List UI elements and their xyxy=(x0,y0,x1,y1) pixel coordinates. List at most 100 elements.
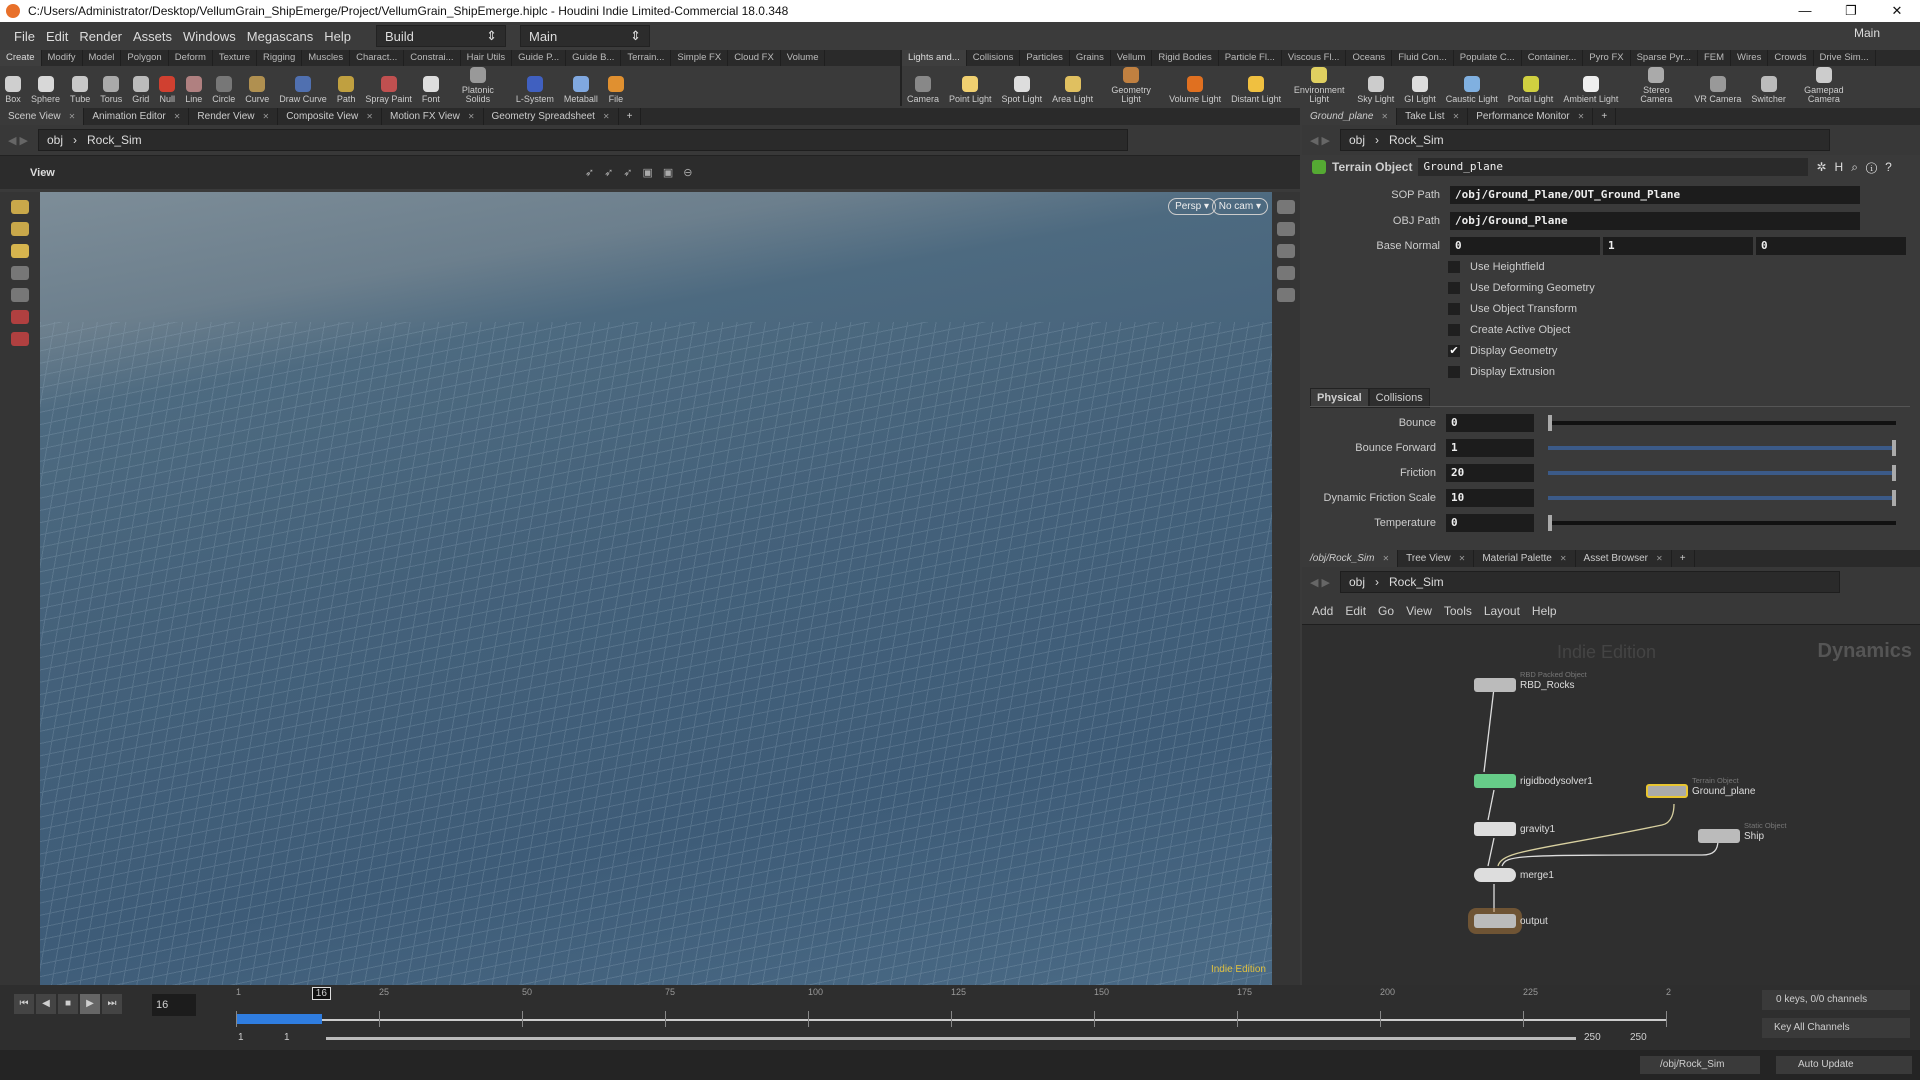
tool-platonic-solids[interactable]: Platonic Solids xyxy=(445,67,511,104)
tool-switcher[interactable]: Switcher xyxy=(1746,76,1791,104)
param-slider[interactable] xyxy=(1548,515,1896,531)
path-obj[interactable]: obj xyxy=(1349,133,1365,147)
base-normal-y[interactable]: 1 xyxy=(1603,237,1753,255)
shelf-tab-guide-b[interactable]: Guide B... xyxy=(566,50,622,66)
range-end[interactable]: 250 xyxy=(1584,1032,1601,1043)
tool-l-system[interactable]: L-System xyxy=(511,76,559,104)
path-rock-sim[interactable]: Rock_Sim xyxy=(1389,133,1444,147)
tool-stereo-camera[interactable]: Stereo Camera xyxy=(1623,67,1689,104)
shelf-tab-constrai[interactable]: Constrai... xyxy=(404,50,461,66)
tool-spot-light[interactable]: Spot Light xyxy=(997,76,1048,104)
tool-metaball[interactable]: Metaball xyxy=(559,76,603,104)
close-button[interactable]: ✕ xyxy=(1874,0,1920,22)
shelf-tab-model[interactable]: Model xyxy=(83,50,122,66)
shelf-tab-fem[interactable]: FEM xyxy=(1698,50,1732,66)
param-value-field[interactable]: 0 xyxy=(1446,514,1534,532)
auto-update-dropdown[interactable]: Auto Update xyxy=(1776,1056,1912,1074)
tool-gamepad-camera[interactable]: Gamepad Camera xyxy=(1791,67,1857,104)
shelf-tab-drive-sim[interactable]: Drive Sim... xyxy=(1814,50,1876,66)
play-reverse-button[interactable]: ◀ xyxy=(36,994,56,1014)
menu-windows[interactable]: Windows xyxy=(183,29,236,44)
tab-collisions[interactable]: Collisions xyxy=(1368,388,1430,408)
view-tool-icon[interactable] xyxy=(11,244,29,258)
tool-box[interactable]: Box xyxy=(0,76,26,104)
tool-spray-paint[interactable]: Spray Paint xyxy=(360,76,417,104)
shelf-tab-grains[interactable]: Grains xyxy=(1070,50,1111,66)
menu-edit[interactable]: Edit xyxy=(46,29,68,44)
snap-icon[interactable] xyxy=(11,310,29,324)
shelf-tab-pyro-fx[interactable]: Pyro FX xyxy=(1583,50,1631,66)
add-tab-button[interactable]: + xyxy=(1593,108,1617,125)
lock-icon[interactable] xyxy=(1277,222,1295,236)
shelf-tab-particles[interactable]: Particles xyxy=(1020,50,1070,66)
tool-vr-camera[interactable]: VR Camera xyxy=(1689,76,1746,104)
close-tab-icon[interactable]: ✕ xyxy=(174,112,181,121)
tool-sky-light[interactable]: Sky Light xyxy=(1352,76,1399,104)
jump-start-button[interactable]: ⏮ xyxy=(14,994,34,1014)
magnet-icon[interactable] xyxy=(11,332,29,346)
checkbox-box[interactable] xyxy=(1448,366,1460,378)
param-value-field[interactable]: 20 xyxy=(1446,464,1534,482)
pane-tab-render-view[interactable]: Render View ✕ xyxy=(189,108,279,125)
shelf-tab-crowds[interactable]: Crowds xyxy=(1768,50,1814,66)
tool-geometry-light[interactable]: Geometry Light xyxy=(1098,67,1164,104)
range-slider[interactable] xyxy=(326,1037,1576,1040)
pane-tab-take-list[interactable]: Take List ✕ xyxy=(1397,108,1469,125)
3d-viewport[interactable]: Persp ▾ No cam ▾ Indie Edition xyxy=(40,192,1272,985)
close-tab-icon[interactable]: ✕ xyxy=(468,112,475,121)
tool-draw-curve[interactable]: Draw Curve xyxy=(274,76,332,104)
tool-curve[interactable]: Curve xyxy=(240,76,274,104)
main-desktop-right[interactable]: Main xyxy=(1854,26,1880,40)
close-tab-icon[interactable]: ✕ xyxy=(1381,112,1388,121)
node-header-icons[interactable]: ✲H⌕ⓘ? xyxy=(1816,160,1899,175)
tool-path[interactable]: Path xyxy=(332,76,361,104)
tool-tube[interactable]: Tube xyxy=(65,76,95,104)
pane-tab-scene-view[interactable]: Scene View ✕ xyxy=(0,108,85,125)
close-tab-icon[interactable]: ✕ xyxy=(263,112,270,121)
tool-torus[interactable]: Torus xyxy=(95,76,127,104)
tool-sphere[interactable]: Sphere xyxy=(26,76,65,104)
shelf-tab-terrain[interactable]: Terrain... xyxy=(621,50,672,66)
shelf-tab-guide-p[interactable]: Guide P... xyxy=(512,50,567,66)
param-path-field[interactable]: obj › Rock_Sim xyxy=(1339,129,1830,151)
checkbox-use-deforming-geometry[interactable]: Use Deforming Geometry xyxy=(1448,282,1595,294)
minimize-button[interactable]: — xyxy=(1782,0,1828,22)
node-output[interactable]: output xyxy=(1474,914,1548,928)
slider-handle[interactable] xyxy=(1548,415,1552,431)
shelf-tab-polygon[interactable]: Polygon xyxy=(121,50,169,66)
checkbox-create-active-object[interactable]: Create Active Object xyxy=(1448,324,1570,336)
menu-help[interactable]: Help xyxy=(324,29,351,44)
tool-font[interactable]: Font xyxy=(417,76,445,104)
tool-volume-light[interactable]: Volume Light xyxy=(1164,76,1226,104)
current-frame-field[interactable]: 16 xyxy=(152,994,196,1016)
menu-render[interactable]: Render xyxy=(79,29,122,44)
shelf-tab-fluid-con[interactable]: Fluid Con... xyxy=(1392,50,1454,66)
jump-end-button[interactable]: ⏭ xyxy=(102,994,122,1014)
shelf-tab-simple-fx[interactable]: Simple FX xyxy=(671,50,729,66)
shelf-tab-lights-and[interactable]: Lights and... xyxy=(902,50,967,66)
pane-tab-performance-monitor[interactable]: Performance Monitor ✕ xyxy=(1468,108,1594,125)
shelf-tab-deform[interactable]: Deform xyxy=(169,50,213,66)
selection-tools-icons[interactable]: ➶➶➶▣▣⊖ xyxy=(585,166,703,179)
select-arrow-icon[interactable] xyxy=(11,266,29,280)
param-value-field[interactable]: 0 xyxy=(1446,414,1534,432)
camera-icon[interactable] xyxy=(1277,288,1295,302)
checkbox-box[interactable] xyxy=(1448,282,1460,294)
frame-cursor[interactable]: 16 xyxy=(311,987,331,1000)
camera-menu[interactable]: No cam ▾ xyxy=(1211,198,1268,215)
tool-grid[interactable]: Grid xyxy=(127,76,154,104)
close-tab-icon[interactable]: ✕ xyxy=(1453,112,1460,121)
pane-tab-geometry-spreadsheet[interactable]: Geometry Spreadsheet ✕ xyxy=(484,108,619,125)
key-mode-dropdown[interactable]: Key All Channels xyxy=(1762,1018,1910,1038)
keys-info[interactable]: 0 keys, 0/0 channels xyxy=(1762,990,1910,1010)
shelf-tab-sparse-pyr[interactable]: Sparse Pyr... xyxy=(1631,50,1698,66)
menu-assets[interactable]: Assets xyxy=(133,29,172,44)
menu-file[interactable]: File xyxy=(14,29,35,44)
node-body[interactable] xyxy=(1474,914,1516,928)
param-slider[interactable] xyxy=(1548,440,1896,456)
shelf-tab-viscous-fl[interactable]: Viscous Fl... xyxy=(1282,50,1347,66)
pane-tab-motion-fx-view[interactable]: Motion FX View ✕ xyxy=(382,108,484,125)
shelf-tab-oceans[interactable]: Oceans xyxy=(1346,50,1393,66)
shelf-tab-hair-utils[interactable]: Hair Utils xyxy=(461,50,513,66)
checkbox-box[interactable]: ✔ xyxy=(1448,345,1460,357)
